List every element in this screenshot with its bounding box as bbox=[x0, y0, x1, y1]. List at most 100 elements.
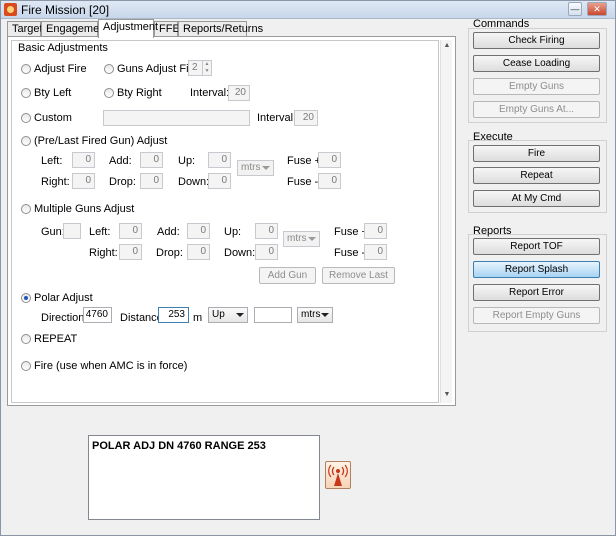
polar-adjust-radio[interactable] bbox=[21, 293, 31, 303]
message-text: POLAR ADJ DN 4760 RANGE 253 bbox=[92, 440, 266, 452]
multi-fuse-minus-label: Fuse - bbox=[334, 247, 366, 259]
pre-last-unit-value: mtrs bbox=[241, 162, 261, 173]
transmit-button[interactable] bbox=[325, 461, 351, 489]
guns-count-value: 2 bbox=[192, 62, 198, 73]
tab-reports-returns[interactable]: Reports/Returns bbox=[178, 21, 263, 37]
down-label: Down: bbox=[178, 176, 210, 188]
repeat-radio[interactable] bbox=[21, 334, 31, 344]
multi-unit-value: mtrs bbox=[287, 233, 307, 244]
scroll-up-icon[interactable]: ▲ bbox=[442, 42, 452, 52]
tab-engagement[interactable]: Engagement bbox=[41, 21, 108, 37]
antenna-icon bbox=[328, 464, 348, 486]
check-firing-button[interactable]: Check Firing bbox=[473, 32, 600, 49]
multiple-guns-radio[interactable] bbox=[21, 204, 31, 214]
distance-field[interactable]: 253 bbox=[158, 307, 189, 323]
pre-last-adjust-label: (Pre/Last Fired Gun) Adjust bbox=[34, 135, 168, 147]
window-title: Fire Mission [20] bbox=[21, 3, 110, 17]
bty-left-label: Bty Left bbox=[34, 87, 72, 99]
multi-fuse-plus-field[interactable]: 0 bbox=[364, 223, 387, 239]
empty-guns-button[interactable]: Empty Guns bbox=[473, 78, 600, 95]
add-label: Add: bbox=[109, 155, 132, 167]
remove-last-button[interactable]: Remove Last bbox=[322, 267, 395, 284]
multi-left-field[interactable]: 0 bbox=[119, 223, 142, 239]
report-empty-guns-button[interactable]: Report Empty Guns bbox=[473, 307, 600, 324]
interval-field[interactable]: 20 bbox=[228, 85, 250, 101]
up-field[interactable]: 0 bbox=[208, 152, 231, 168]
polar-adjust-label: Polar Adjust bbox=[34, 292, 93, 304]
custom-radio[interactable] bbox=[21, 113, 31, 123]
basic-adjustments-label: Basic Adjustments bbox=[17, 42, 109, 54]
chevron-down-icon bbox=[236, 313, 244, 317]
up-down-value: Up bbox=[212, 309, 225, 320]
multi-fuse-minus-field[interactable]: 0 bbox=[364, 244, 387, 260]
multi-down-field[interactable]: 0 bbox=[255, 244, 278, 260]
tab-target[interactable]: Target bbox=[7, 21, 43, 37]
multi-unit-select[interactable]: mtrs bbox=[283, 231, 320, 247]
spinner-down-icon[interactable]: ▼ bbox=[202, 68, 211, 75]
fuse-plus-field[interactable]: 0 bbox=[318, 152, 341, 168]
multiple-guns-label: Multiple Guns Adjust bbox=[34, 203, 135, 215]
multi-right-field[interactable]: 0 bbox=[119, 244, 142, 260]
right-field[interactable]: 0 bbox=[72, 173, 95, 189]
multi-right-label: Right: bbox=[89, 247, 118, 259]
gun-label: Gun: bbox=[41, 226, 65, 238]
fuse-minus-label: Fuse - bbox=[287, 176, 319, 188]
interval-label: Interval: bbox=[190, 87, 230, 99]
custom-interval-label: Interval: bbox=[257, 112, 297, 124]
chevron-down-icon bbox=[308, 237, 316, 241]
left-label: Left: bbox=[41, 155, 63, 167]
custom-interval-field[interactable]: 20 bbox=[294, 110, 318, 126]
cease-loading-button[interactable]: Cease Loading bbox=[473, 55, 600, 72]
add-gun-button[interactable]: Add Gun bbox=[259, 267, 316, 284]
left-field[interactable]: 0 bbox=[72, 152, 95, 168]
empty-guns-at-button[interactable]: Empty Guns At... bbox=[473, 101, 600, 118]
adjust-fire-radio[interactable] bbox=[21, 64, 31, 74]
multi-drop-field[interactable]: 0 bbox=[187, 244, 210, 260]
tab-adjustment[interactable]: Adjustment bbox=[98, 19, 158, 38]
drop-label: Drop: bbox=[109, 176, 136, 188]
polar-unit-select[interactable]: mtrs bbox=[297, 307, 333, 323]
report-error-button[interactable]: Report Error bbox=[473, 284, 600, 301]
add-field[interactable]: 0 bbox=[140, 152, 163, 168]
vertical-scrollbar[interactable]: ▲ ▼ bbox=[440, 40, 452, 403]
fuse-plus-label: Fuse + bbox=[287, 155, 321, 167]
fire-mission-window: Fire Mission [20] — ✕ Target Engagement … bbox=[0, 0, 616, 536]
down-field[interactable]: 0 bbox=[208, 173, 231, 189]
fuse-minus-field[interactable]: 0 bbox=[318, 173, 341, 189]
custom-field[interactable] bbox=[103, 110, 250, 126]
bty-right-radio[interactable] bbox=[104, 88, 114, 98]
multi-up-label: Up: bbox=[224, 226, 242, 238]
guns-count-spinner[interactable]: 2 ▲ ▼ bbox=[188, 60, 212, 76]
scroll-down-icon[interactable]: ▼ bbox=[442, 391, 452, 401]
direction-label: Direction: bbox=[41, 312, 88, 324]
multi-left-label: Left: bbox=[89, 226, 111, 238]
direction-field[interactable]: 4760 bbox=[83, 307, 112, 323]
pre-last-unit-select[interactable]: mtrs bbox=[237, 160, 274, 176]
report-tof-button[interactable]: Report TOF bbox=[473, 238, 600, 255]
multi-down-label: Down: bbox=[224, 247, 256, 259]
at-my-cmd-button[interactable]: At My Cmd bbox=[473, 190, 600, 207]
repeat-button[interactable]: Repeat bbox=[473, 167, 600, 184]
fire-button[interactable]: Fire bbox=[473, 145, 600, 162]
minimize-icon[interactable]: — bbox=[568, 2, 582, 16]
spinner-up-icon[interactable]: ▲ bbox=[202, 61, 211, 68]
guns-adjust-fire-radio[interactable] bbox=[104, 64, 114, 74]
right-label: Right: bbox=[41, 176, 70, 188]
fire-amc-radio[interactable] bbox=[21, 361, 31, 371]
multi-up-field[interactable]: 0 bbox=[255, 223, 278, 239]
polar-unit-value: mtrs bbox=[301, 309, 321, 320]
multi-add-field[interactable]: 0 bbox=[187, 223, 210, 239]
polar-extra-field[interactable] bbox=[254, 307, 292, 323]
gun-field[interactable] bbox=[63, 223, 81, 239]
up-down-select[interactable]: Up bbox=[208, 307, 248, 323]
pre-last-adjust-radio[interactable] bbox=[21, 136, 31, 146]
title-bar: Fire Mission [20] — ✕ bbox=[1, 1, 615, 19]
drop-field[interactable]: 0 bbox=[140, 173, 163, 189]
close-icon[interactable]: ✕ bbox=[587, 2, 607, 16]
bty-right-label: Bty Right bbox=[117, 87, 162, 99]
up-label: Up: bbox=[178, 155, 196, 167]
distance-unit-label: m bbox=[193, 312, 203, 324]
bty-left-radio[interactable] bbox=[21, 88, 31, 98]
execute-title: Execute bbox=[473, 131, 513, 143]
report-splash-button[interactable]: Report Splash bbox=[473, 261, 600, 278]
